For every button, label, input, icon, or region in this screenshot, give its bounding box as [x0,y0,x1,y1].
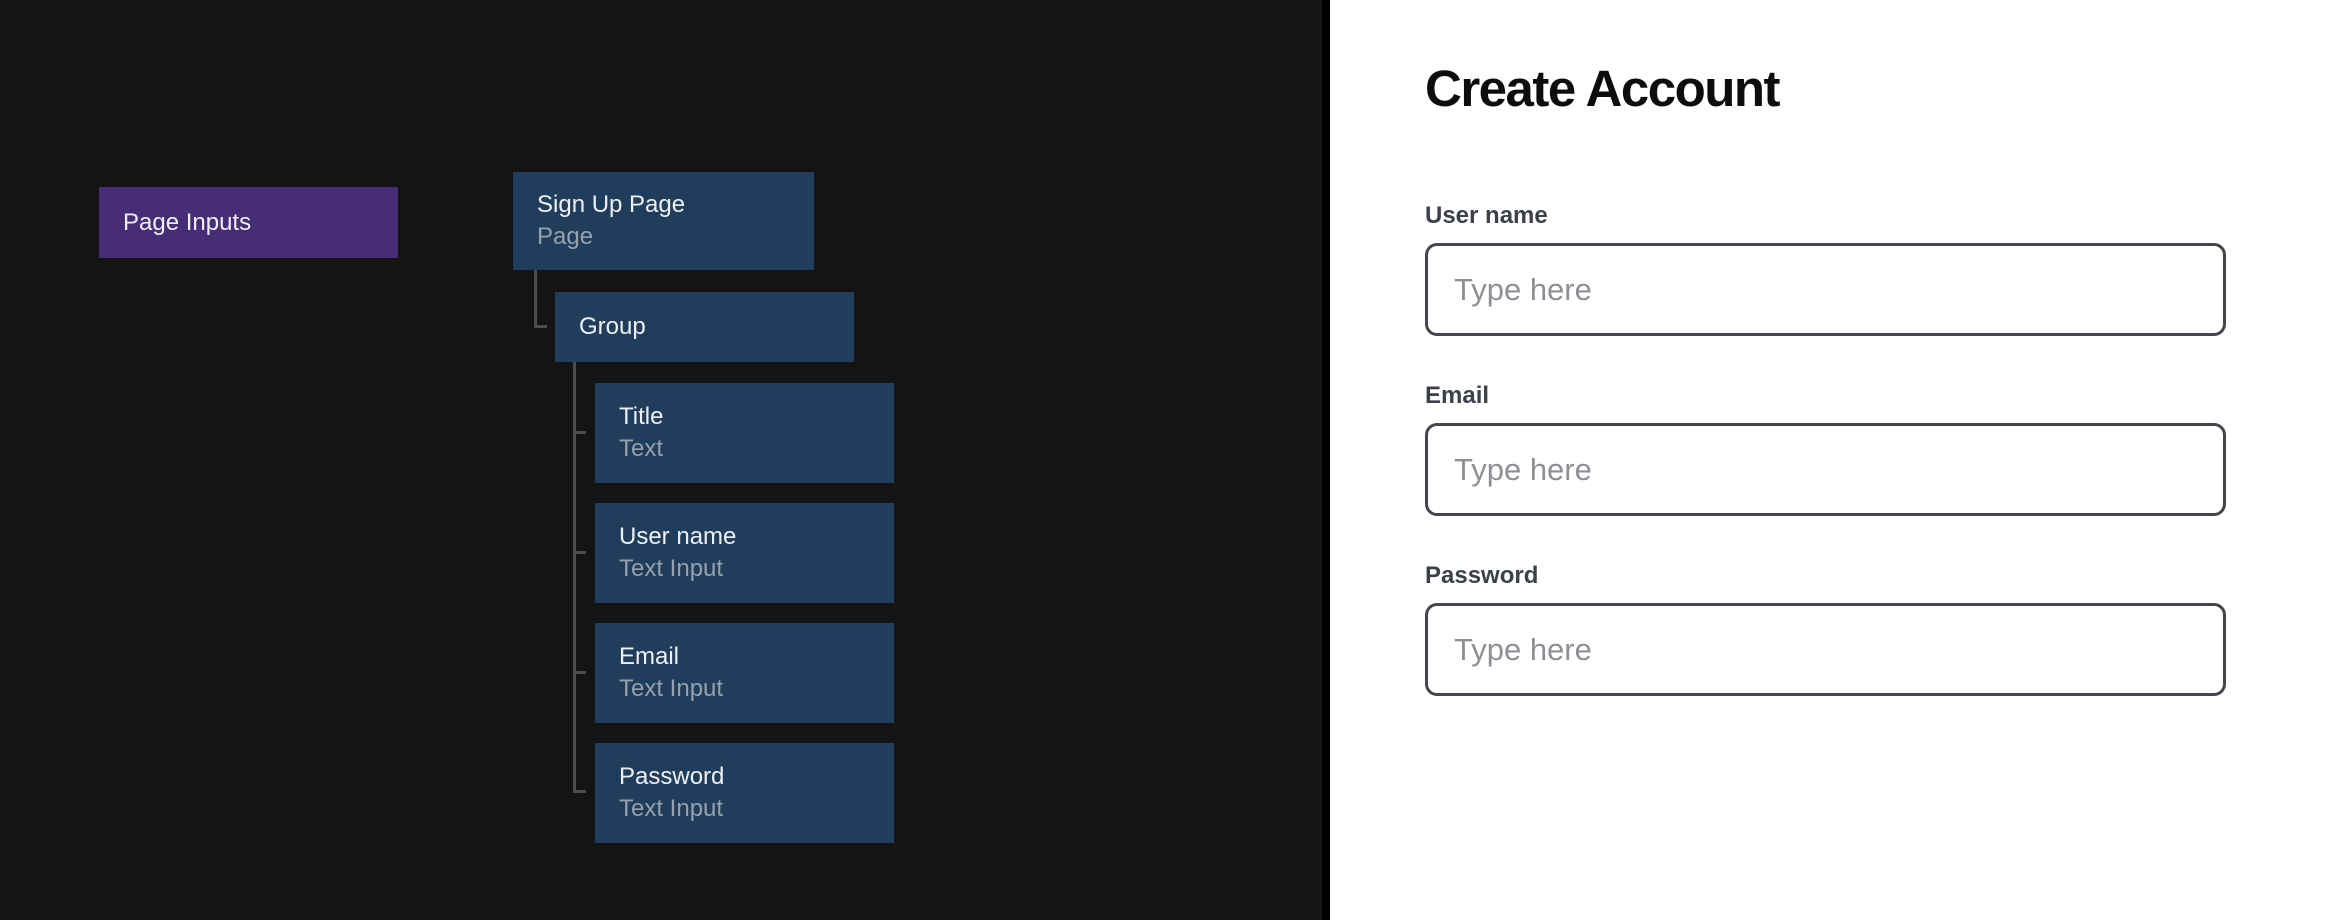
tree-node-group[interactable]: Group [555,292,854,362]
tree-connector-tick [573,790,586,793]
tree-node-password[interactable]: Password Text Input [595,743,894,843]
tree-node-title[interactable]: Title Text [595,383,894,483]
tree-node-user-name[interactable]: User name Text Input [595,503,894,603]
tree-connector-vertical [534,270,537,327]
node-title: Sign Up Page [537,189,814,221]
tree-connector-tick [534,325,547,328]
page-title: Create Account [1425,63,1779,114]
tree-connector-tick [573,671,586,674]
tree-connector-tick [573,431,586,434]
node-subtitle: Text Input [619,673,894,705]
tree-connector-vertical [573,362,576,793]
user-name-input[interactable] [1425,243,2226,336]
email-label: Email [1425,382,2226,410]
node-title: Email [619,641,894,673]
node-subtitle: Page [537,221,814,253]
field-user-name: User name [1425,202,2226,336]
tree-node-email[interactable]: Email Text Input [595,623,894,723]
node-title: User name [619,521,894,553]
node-title: Password [619,761,894,793]
field-email: Email [1425,382,2226,516]
node-subtitle: Text Input [619,793,894,825]
preview-panel: Create Account User name Email Password [1330,0,2332,920]
app-root: Page Inputs Sign Up Page Page Group Titl… [0,0,2332,920]
tree-node-page-inputs[interactable]: Page Inputs [99,187,398,258]
password-label: Password [1425,562,2226,590]
node-title: Page Inputs [123,207,398,239]
layer-tree-canvas: Page Inputs Sign Up Page Page Group Titl… [0,0,1330,920]
field-password: Password [1425,562,2226,696]
node-title: Group [579,311,854,343]
node-title: Title [619,401,894,433]
node-subtitle: Text Input [619,553,894,585]
password-input[interactable] [1425,603,2226,696]
tree-connector-tick [573,551,586,554]
node-subtitle: Text [619,433,894,465]
tree-node-sign-up-page[interactable]: Sign Up Page Page [513,172,814,270]
user-name-label: User name [1425,202,2226,230]
email-input[interactable] [1425,423,2226,516]
